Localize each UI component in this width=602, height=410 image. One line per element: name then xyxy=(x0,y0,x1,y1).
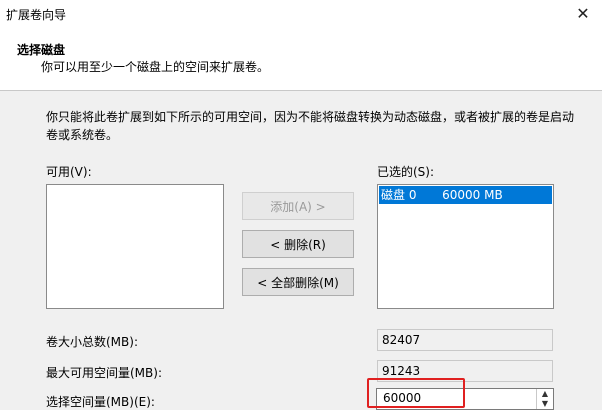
wizard-header: 选择磁盘 你可以用至少一个磁盘上的空间来扩展卷。 xyxy=(0,26,602,91)
description-text: 你只能将此卷扩展到如下所示的可用空间，因为不能将磁盘转换为动态磁盘，或者被扩展的… xyxy=(46,110,575,142)
total-size-field: 82407 xyxy=(377,329,553,351)
selected-label: 已选的(S): xyxy=(377,165,435,179)
close-icon[interactable]: ✕ xyxy=(568,0,598,26)
selected-disk-name: 磁盘 0 xyxy=(381,188,417,202)
highlight-annotation xyxy=(367,378,465,408)
page-title: 选择磁盘 xyxy=(17,43,66,57)
remove-button[interactable]: < 删除(R) xyxy=(242,230,354,258)
selected-listbox[interactable]: 磁盘 0 60000 MB xyxy=(377,184,554,309)
total-size-label: 卷大小总数(MB): xyxy=(46,335,138,349)
remove-all-button[interactable]: < 全部删除(M) xyxy=(242,268,354,296)
spin-buttons[interactable]: ▲ ▼ xyxy=(536,389,553,409)
spin-down-icon[interactable]: ▼ xyxy=(537,399,553,409)
max-space-label: 最大可用空间量(MB): xyxy=(46,366,162,380)
choose-space-label: 选择空间量(MB)(E): xyxy=(46,395,155,409)
list-item[interactable]: 磁盘 0 60000 MB xyxy=(379,186,552,204)
page-subtitle: 你可以用至少一个磁盘上的空间来扩展卷。 xyxy=(41,60,270,74)
add-button[interactable]: 添加(A) > xyxy=(242,192,354,220)
selected-disk-size: 60000 MB xyxy=(442,188,503,202)
available-label: 可用(V): xyxy=(46,165,92,179)
window-title: 扩展卷向导 xyxy=(6,8,67,22)
title-bar: 扩展卷向导 ✕ xyxy=(0,0,602,26)
available-listbox[interactable] xyxy=(46,184,224,309)
spin-up-icon[interactable]: ▲ xyxy=(537,389,553,399)
